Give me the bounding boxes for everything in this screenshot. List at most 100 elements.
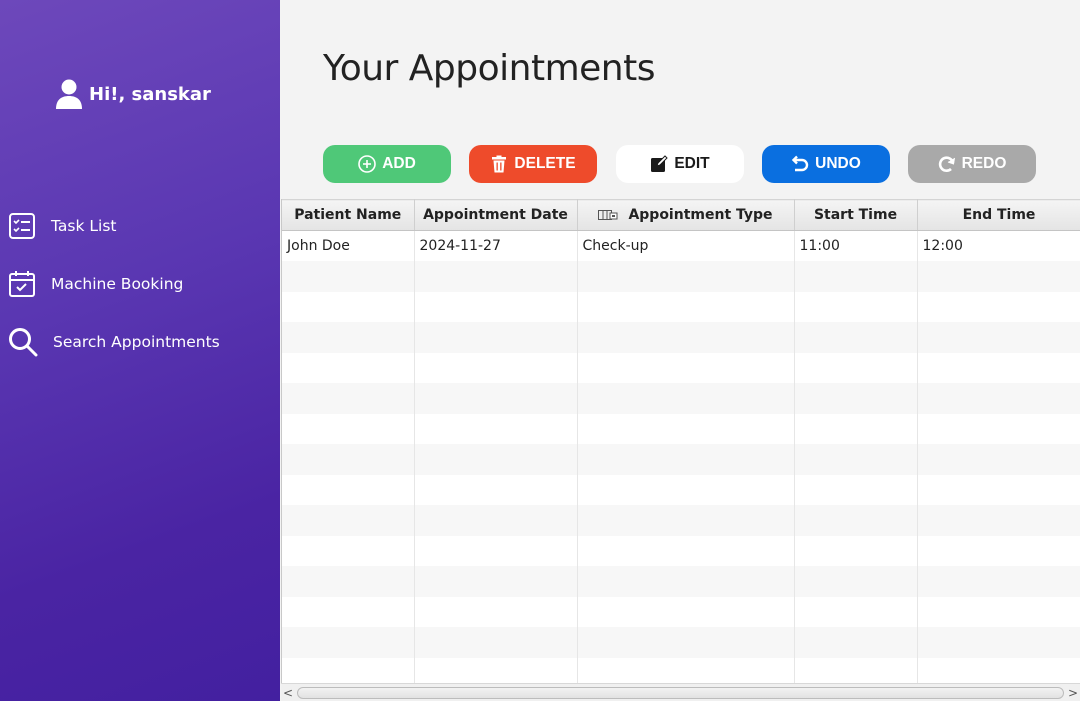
column-header-end-time[interactable]: End Time [917, 199, 1080, 231]
table-cell[interactable] [577, 444, 795, 475]
table-cell[interactable]: Check-up [577, 230, 795, 261]
table-cell[interactable] [577, 474, 795, 505]
table-cell[interactable] [282, 352, 415, 383]
table-cell[interactable] [282, 413, 415, 444]
table-cell[interactable] [577, 352, 795, 383]
table-row[interactable] [282, 596, 1080, 627]
table-cell[interactable] [794, 474, 918, 505]
add-button[interactable]: ADD [323, 145, 451, 183]
table-cell[interactable] [577, 322, 795, 353]
table-cell[interactable] [414, 261, 578, 292]
table-cell[interactable]: 12:00 [917, 230, 1080, 261]
table-cell[interactable] [577, 291, 795, 322]
horizontal-scrollbar[interactable]: < > [281, 683, 1080, 701]
edit-button[interactable]: EDIT [616, 145, 744, 183]
table-row[interactable] [282, 261, 1080, 292]
table-row[interactable] [282, 535, 1080, 566]
scrollbar-thumb[interactable] [297, 686, 1064, 699]
table-cell[interactable] [577, 596, 795, 627]
table-cell[interactable] [794, 352, 918, 383]
table-cell[interactable] [414, 444, 578, 475]
table-cell[interactable] [917, 566, 1080, 597]
table-cell[interactable] [917, 505, 1080, 536]
sidebar-item-search-appointments[interactable]: Search Appointments [8, 327, 220, 357]
table-cell[interactable] [414, 352, 578, 383]
table-cell[interactable] [414, 291, 578, 322]
table-cell[interactable] [282, 383, 415, 414]
table-cell[interactable] [917, 261, 1080, 292]
table-cell[interactable] [794, 413, 918, 444]
column-header-start-time[interactable]: Start Time [794, 199, 918, 231]
table-cell[interactable] [794, 596, 918, 627]
table-cell[interactable]: 11:00 [794, 230, 918, 261]
table-cell[interactable] [282, 322, 415, 353]
table-cell[interactable] [282, 627, 415, 658]
table-cell[interactable] [917, 596, 1080, 627]
table-cell[interactable] [282, 291, 415, 322]
table-cell[interactable] [917, 627, 1080, 658]
table-cell[interactable] [414, 566, 578, 597]
table-cell[interactable] [794, 261, 918, 292]
table-cell[interactable] [414, 596, 578, 627]
column-header-patient-name[interactable]: Patient Name [282, 199, 415, 231]
table-cell[interactable]: John Doe [282, 230, 415, 261]
table-cell[interactable]: 2024-11-27 [414, 230, 578, 261]
table-cell[interactable] [917, 444, 1080, 475]
table-cell[interactable] [794, 383, 918, 414]
table-cell[interactable] [577, 261, 795, 292]
table-row[interactable] [282, 444, 1080, 475]
table-cell[interactable] [282, 535, 415, 566]
scroll-left-arrow[interactable]: < [281, 686, 295, 700]
table-row[interactable] [282, 627, 1080, 658]
table-cell[interactable] [917, 474, 1080, 505]
table-cell[interactable] [577, 383, 795, 414]
table-cell[interactable] [794, 627, 918, 658]
table-row[interactable]: John Doe 2024-11-27 Check-up 11:00 12:00 [282, 230, 1080, 261]
undo-button[interactable]: UNDO [762, 145, 890, 183]
table-cell[interactable] [917, 383, 1080, 414]
delete-button[interactable]: DELETE [469, 145, 597, 183]
table-cell[interactable] [414, 413, 578, 444]
table-cell[interactable] [917, 352, 1080, 383]
table-cell[interactable] [282, 261, 415, 292]
column-menu-icon[interactable] [598, 209, 618, 221]
table-cell[interactable] [794, 291, 918, 322]
table-cell[interactable] [917, 413, 1080, 444]
table-cell[interactable] [414, 505, 578, 536]
column-header-appointment-date[interactable]: Appointment Date [414, 199, 578, 231]
column-header-appointment-type[interactable]: Appointment Type [577, 199, 795, 231]
table-cell[interactable] [577, 566, 795, 597]
table-cell[interactable] [282, 474, 415, 505]
sidebar-item-task-list[interactable]: Task List [8, 212, 116, 240]
table-cell[interactable] [917, 322, 1080, 353]
table-cell[interactable] [794, 444, 918, 475]
table-row[interactable] [282, 322, 1080, 353]
table-cell[interactable] [917, 535, 1080, 566]
redo-button[interactable]: REDO [908, 145, 1036, 183]
table-cell[interactable] [794, 322, 918, 353]
table-cell[interactable] [414, 627, 578, 658]
table-row[interactable] [282, 383, 1080, 414]
table-row[interactable] [282, 413, 1080, 444]
table-cell[interactable] [794, 535, 918, 566]
table-cell[interactable] [577, 413, 795, 444]
table-cell[interactable] [577, 627, 795, 658]
table-row[interactable] [282, 474, 1080, 505]
table-cell[interactable] [282, 444, 415, 475]
table-cell[interactable] [282, 596, 415, 627]
table-cell[interactable] [577, 535, 795, 566]
table-cell[interactable] [414, 383, 578, 414]
table-cell[interactable] [414, 535, 578, 566]
table-cell[interactable] [794, 566, 918, 597]
table-cell[interactable] [917, 291, 1080, 322]
scroll-right-arrow[interactable]: > [1066, 686, 1080, 700]
table-cell[interactable] [414, 322, 578, 353]
table-cell[interactable] [577, 505, 795, 536]
table-cell[interactable] [282, 505, 415, 536]
table-row[interactable] [282, 566, 1080, 597]
table-cell[interactable] [282, 566, 415, 597]
table-cell[interactable] [794, 505, 918, 536]
sidebar-item-machine-booking[interactable]: Machine Booking [8, 270, 183, 298]
table-row[interactable] [282, 291, 1080, 322]
table-row[interactable] [282, 505, 1080, 536]
